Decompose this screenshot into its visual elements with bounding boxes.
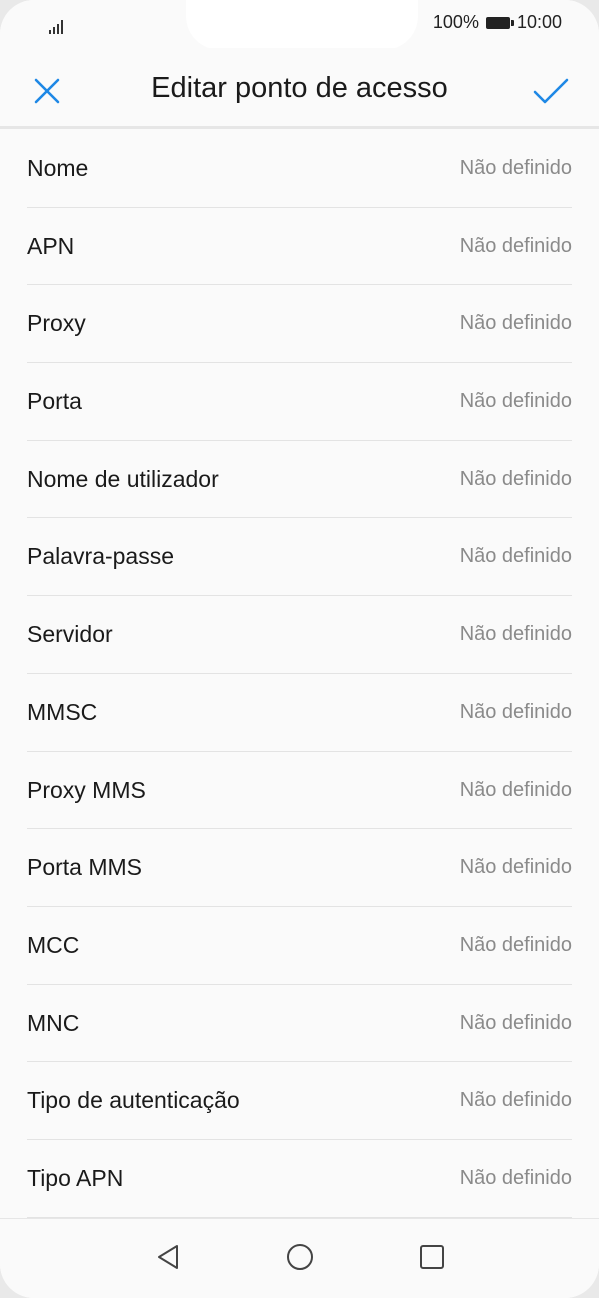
setting-row-password[interactable]: Palavra-passe Não definido: [0, 518, 599, 597]
signal-icon: [49, 18, 69, 34]
setting-row-mms-port[interactable]: Porta MMS Não definido: [0, 829, 599, 907]
battery-icon: [485, 16, 514, 29]
setting-label: Nome: [27, 155, 89, 181]
status-bar: 100% 10:00: [0, 0, 599, 50]
setting-label: Nome de utilizador: [27, 465, 219, 492]
setting-label: Porta: [27, 388, 82, 415]
setting-label: MCC: [27, 931, 80, 958]
phone-screen: 100% 10:00 Editar ponto de acesso Nome N…: [0, 0, 599, 1298]
setting-value: Não definido: [459, 467, 572, 490]
setting-row-apn-type[interactable]: Tipo APN Não definido: [0, 1140, 599, 1218]
setting-row-proxy[interactable]: Proxy Não definido: [0, 285, 599, 364]
setting-label: Tipo APN: [27, 1164, 124, 1191]
setting-value: Não definido: [459, 157, 572, 179]
setting-label: MMSC: [27, 698, 98, 725]
setting-row-nome[interactable]: Nome Não definido: [0, 130, 599, 208]
setting-row-mms-proxy[interactable]: Proxy MMS Não definido: [0, 752, 599, 830]
setting-value: Não definido: [459, 1166, 572, 1189]
setting-row-username[interactable]: Nome de utilizador Não definido: [0, 441, 599, 519]
setting-value: Não definido: [459, 1011, 572, 1034]
setting-value: Não definido: [459, 700, 572, 723]
notch: [186, 0, 418, 50]
back-triangle-icon: [158, 1245, 178, 1269]
header-divider: [0, 126, 599, 129]
setting-label: Tipo de autenticação: [27, 1087, 240, 1114]
setting-label: Proxy MMS: [27, 776, 146, 803]
setting-row-apn[interactable]: APN Não definido: [0, 208, 599, 286]
setting-label: Palavra-passe: [27, 543, 175, 570]
setting-value: Não definido: [459, 933, 572, 956]
setting-value: Não definido: [459, 545, 572, 568]
setting-value: Não definido: [459, 390, 572, 413]
setting-value: Não definido: [459, 234, 572, 257]
setting-label: Porta MMS: [27, 854, 143, 881]
setting-value: Não definido: [459, 623, 572, 646]
setting-value: Não definido: [459, 856, 572, 879]
setting-row-server[interactable]: Servidor Não definido: [0, 596, 599, 674]
setting-row-porta[interactable]: Porta Não definido: [0, 363, 599, 441]
nav-back-button[interactable]: [148, 1237, 188, 1277]
page-title: Editar ponto de acesso: [151, 72, 448, 104]
recent-apps-square-icon: [420, 1245, 444, 1269]
setting-label: Servidor: [27, 621, 113, 648]
setting-row-auth-type[interactable]: Tipo de autenticação Não definido: [0, 1062, 599, 1140]
setting-row-mnc[interactable]: MNC Não definido: [0, 985, 599, 1063]
save-button[interactable]: [531, 71, 571, 111]
setting-row-mmsc[interactable]: MMSC Não definido: [0, 674, 599, 752]
navigation-bar: [0, 1218, 599, 1298]
setting-value: Não definido: [459, 778, 572, 801]
battery-percent: 100%: [432, 12, 479, 32]
apn-settings-list: Nome Não definido APN Não definido Proxy…: [0, 130, 599, 1218]
setting-row-mcc[interactable]: MCC Não definido: [0, 907, 599, 985]
checkmark-icon: [533, 78, 569, 104]
nav-home-button[interactable]: [280, 1237, 320, 1277]
setting-value: Não definido: [459, 312, 572, 335]
setting-label: APN: [27, 232, 75, 259]
status-right: 100% 10:00: [433, 12, 562, 33]
setting-label: Proxy: [27, 310, 86, 337]
clock: 10:00: [516, 12, 562, 32]
setting-value: Não definido: [459, 1089, 572, 1112]
app-header: Editar ponto de acesso: [0, 48, 599, 128]
setting-label: MNC: [27, 1009, 80, 1036]
nav-recent-button[interactable]: [412, 1237, 452, 1277]
home-circle-icon: [287, 1244, 313, 1270]
